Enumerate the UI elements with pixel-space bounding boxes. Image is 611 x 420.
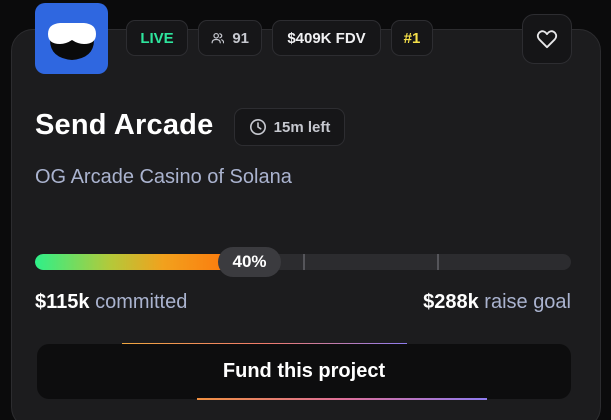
rank-badge: #1 bbox=[391, 20, 433, 56]
visor-face-icon bbox=[47, 22, 96, 60]
committed-amount: $115k committed bbox=[35, 291, 187, 314]
time-left-label: 15m left bbox=[273, 118, 331, 136]
clock-icon bbox=[249, 118, 266, 136]
fund-button-wrapper: Fund this project bbox=[37, 343, 571, 400]
participants-badge: 91 bbox=[198, 20, 262, 56]
heart-icon bbox=[536, 30, 558, 49]
favorite-button[interactable] bbox=[522, 14, 572, 64]
time-left-badge: 15m left bbox=[234, 108, 345, 146]
committed-label: committed bbox=[95, 291, 188, 313]
fdv-badge: $409K FDV bbox=[272, 20, 381, 56]
project-title: Send Arcade bbox=[35, 109, 214, 141]
participants-count: 91 bbox=[232, 29, 249, 47]
project-logo bbox=[35, 3, 108, 74]
progress-milestone-tick bbox=[303, 254, 305, 270]
progress-milestone-tick bbox=[437, 254, 439, 270]
fund-project-button[interactable]: Fund this project bbox=[37, 344, 571, 399]
button-glow-bottom bbox=[197, 398, 487, 400]
progress-bar bbox=[35, 254, 571, 270]
goal-label: raise goal bbox=[484, 291, 571, 313]
project-tagline: OG Arcade Casino of Solana bbox=[35, 166, 292, 188]
committed-value: $115k bbox=[35, 291, 90, 313]
raise-goal: $288k raise goal bbox=[423, 291, 571, 314]
users-icon bbox=[211, 32, 225, 44]
badge-row: LIVE 91 $409K FDV #1 bbox=[126, 20, 433, 56]
goal-value: $288k bbox=[423, 291, 479, 313]
live-badge: LIVE bbox=[126, 20, 188, 56]
progress-percent: 40% bbox=[218, 247, 281, 277]
